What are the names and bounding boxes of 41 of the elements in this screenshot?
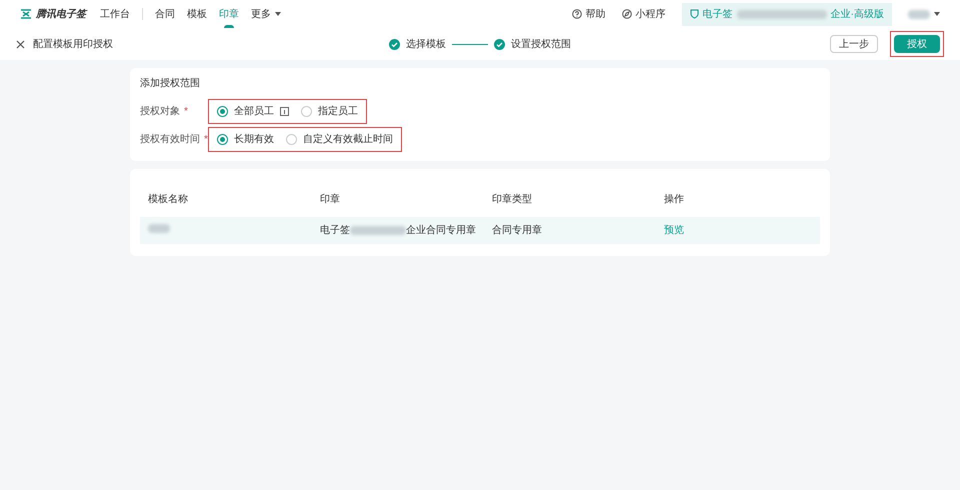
redacted-text (350, 226, 406, 235)
table-cell-text: 合同专用章 (491, 224, 543, 238)
close-icon (16, 40, 25, 48)
redacted-text (148, 224, 170, 233)
step-label: 设置授权范围 (511, 38, 571, 52)
table-cell-text: 企业合同专用章 (406, 224, 476, 238)
page-title: 配置模板用印授权 (33, 38, 113, 52)
nav-tab[interactable]: 更多 (251, 0, 281, 28)
radio-option[interactable]: 指定员工 (301, 104, 358, 118)
organization-name: 电子签 (702, 8, 733, 22)
organization-plan: 企业·高级版 (830, 8, 884, 22)
radio-option[interactable]: 全部员工 (217, 104, 289, 118)
radio-option[interactable]: 自定义有效截止时间 (286, 132, 393, 146)
nav-tab[interactable]: 工作台 (100, 0, 130, 28)
logo-icon (20, 9, 32, 19)
shield-icon (690, 9, 699, 19)
close-button[interactable] (16, 40, 25, 48)
caret-icon (934, 12, 940, 16)
field-label: 授权有效时间 (140, 132, 200, 146)
logo-text: 腾讯电子签 (36, 8, 86, 22)
column-header: 模板名称 (147, 192, 189, 206)
table-cell-text: 电子签 (320, 224, 350, 238)
column-header: 印章类型 (491, 192, 533, 206)
field-label: 授权对象 (140, 104, 180, 118)
section-title: 添加授权范围 (140, 76, 201, 91)
nav-tab[interactable]: 印章 (219, 0, 239, 28)
nav-tab[interactable]: 模板 (187, 0, 207, 28)
mini-program-link[interactable]: 小程序 (622, 6, 666, 22)
column-header: 印章 (319, 192, 341, 206)
required-mark: * (204, 132, 208, 146)
help-link[interactable]: 帮助 (572, 6, 606, 22)
previous-button[interactable]: 上一步 (830, 35, 878, 53)
help-icon (572, 9, 582, 19)
nav-tab[interactable]: 合同 (155, 0, 175, 28)
redacted-user-name (908, 10, 930, 18)
compass-icon (622, 9, 632, 19)
table-row[interactable]: 电子签 企业合同专用章 合同专用章 预览 (140, 217, 820, 244)
column-header: 操作 (663, 192, 685, 206)
required-mark: * (184, 104, 188, 118)
radio-option[interactable]: 长期有效 (217, 132, 274, 146)
step-label: 选择模板 (406, 38, 446, 52)
